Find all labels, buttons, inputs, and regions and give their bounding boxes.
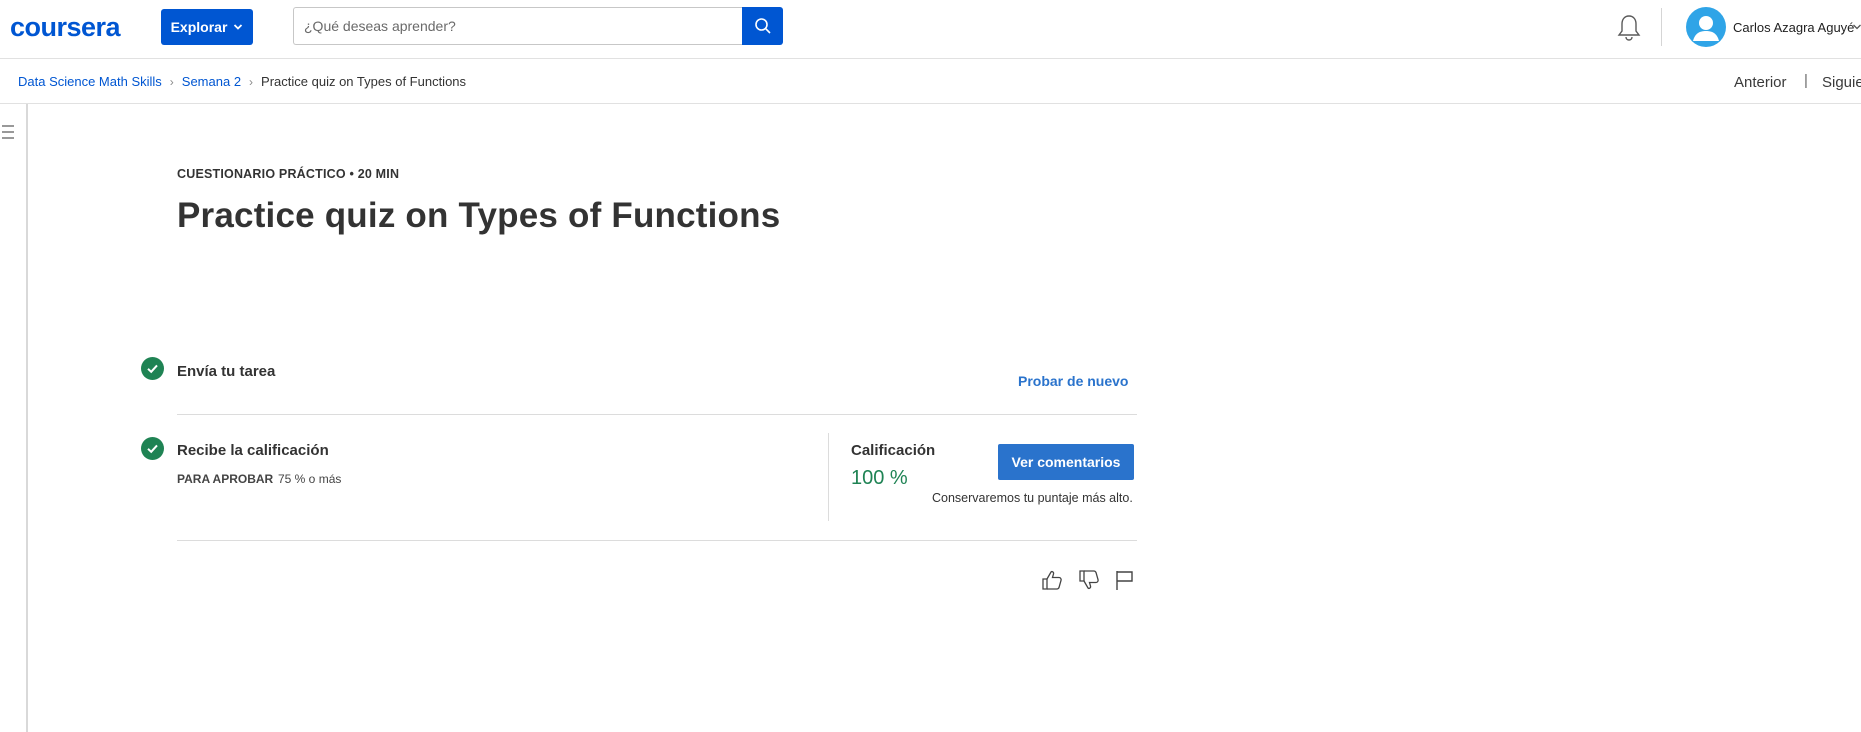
search-input[interactable] [293,7,742,45]
bell-icon[interactable] [1615,13,1643,43]
section-divider [177,414,1137,415]
user-name[interactable]: Carlos Azagra Aguyé [1733,20,1854,35]
chevron-right-icon: › [249,74,254,89]
search-icon [754,18,771,34]
breadcrumb-course[interactable]: Data Science Math Skills [18,74,162,89]
flag-icon[interactable] [1114,569,1136,591]
user-avatar-icon[interactable] [1686,7,1726,47]
search-button[interactable] [742,7,783,45]
breadcrumb-bar: Data Science Math Skills › Semana 2 › Pr… [0,59,1861,104]
section-divider [177,540,1137,541]
breadcrumb: Data Science Math Skills › Semana 2 › Pr… [18,74,466,89]
chevron-down-icon [234,24,243,30]
view-feedback-button[interactable]: Ver comentarios [998,444,1134,480]
highest-score-note: Conservaremos tu puntaje más alto. [932,491,1133,505]
page-title: Practice quiz on Types of Functions [177,196,781,235]
top-header: coursera Explorar Carlos Azagra Aguyé [0,0,1861,59]
chevron-right-icon: › [169,74,174,89]
try-again-link[interactable]: Probar de nuevo [1018,373,1128,389]
previous-item-link[interactable]: Anterior [1734,74,1787,91]
check-circle-icon [141,357,164,380]
grade-value: 100 % [851,467,908,489]
coursera-logo[interactable]: coursera [10,12,121,43]
breadcrumb-week[interactable]: Semana 2 [182,74,241,89]
header-divider [1661,8,1662,46]
course-sidebar-rail [0,104,28,732]
breadcrumb-current: Practice quiz on Types of Functions [261,74,467,89]
pass-label: PARA APROBAR [177,472,274,486]
pass-value: 75 % o más [278,472,342,486]
chevron-down-icon[interactable] [1852,22,1861,32]
item-type-label: CUESTIONARIO PRÁCTICO • 20 MIN [177,167,400,181]
next-item-link[interactable]: Siguie [1822,74,1861,91]
explore-label: Explorar [170,19,228,35]
grade-divider [828,433,829,521]
menu-icon[interactable] [2,124,14,140]
nav-separator: | [1804,72,1808,89]
explore-button[interactable]: Explorar [161,9,253,45]
thumbs-down-icon[interactable] [1078,569,1100,591]
submit-step-title: Envía tu tarea [177,363,276,380]
check-circle-icon [141,437,164,460]
grade-label: Calificación [851,442,936,459]
thumbs-up-icon[interactable] [1041,569,1063,591]
grade-step-title: Recibe la calificación [177,442,329,459]
